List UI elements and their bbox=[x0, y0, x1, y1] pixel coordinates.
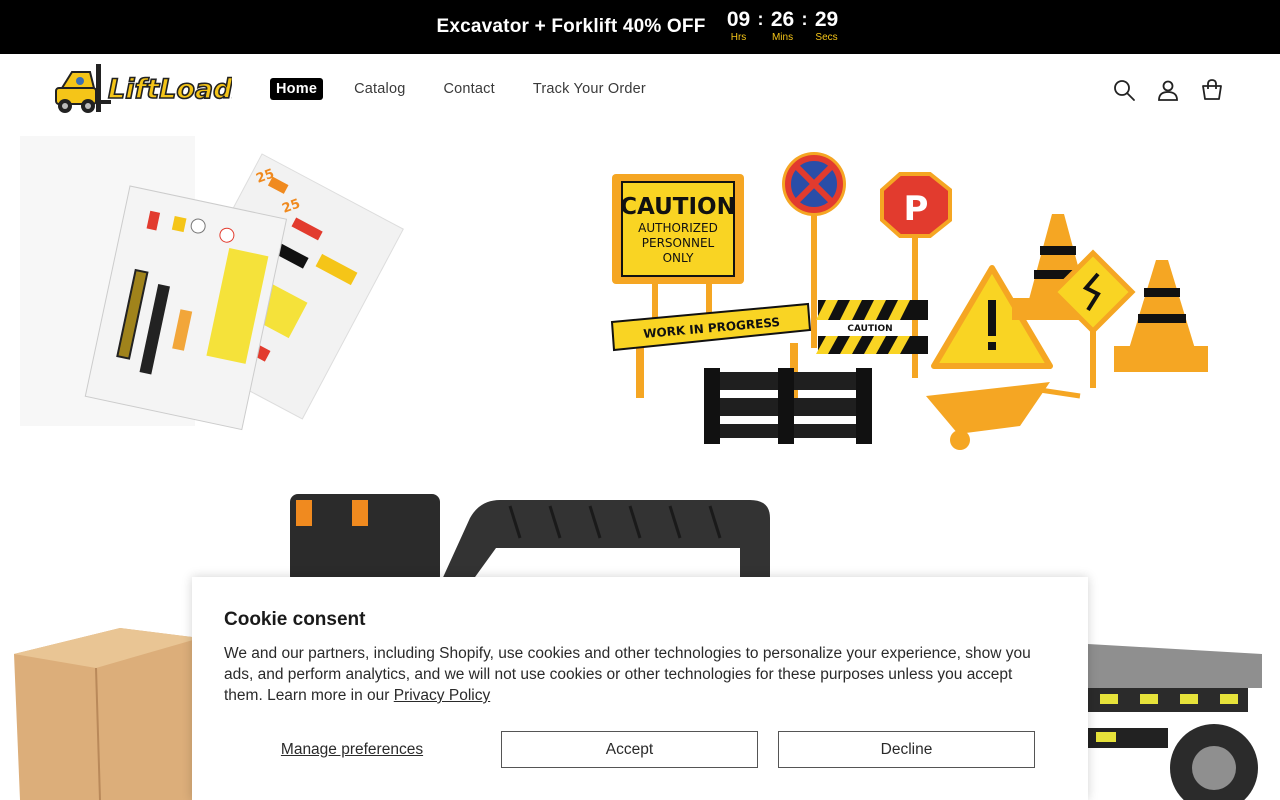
countdown-timer: 09 Hrs : 26 Mins : 29 Secs bbox=[722, 9, 844, 45]
forklift-logo-icon: LiftLoads bbox=[55, 64, 249, 113]
timer-hours: 09 Hrs bbox=[722, 9, 756, 45]
announcement-bar: Excavator + Forklift 40% OFF 09 Hrs : 26… bbox=[0, 0, 1280, 54]
timer-minutes-label: Mins bbox=[771, 32, 794, 43]
timer-minutes-value: 26 bbox=[770, 8, 795, 31]
privacy-policy-link[interactable]: Privacy Policy bbox=[394, 687, 490, 704]
sign-caution-line: ONLY bbox=[663, 251, 695, 265]
timer-separator: : bbox=[757, 9, 764, 29]
cookie-actions: Manage preferences Accept Decline bbox=[224, 731, 1055, 768]
main-nav: Home Catalog Contact Track Your Order bbox=[270, 78, 684, 100]
cookie-description: We and our partners, including Shopify, … bbox=[224, 643, 1044, 706]
search-icon[interactable] bbox=[1112, 78, 1136, 102]
timer-separator: : bbox=[801, 9, 808, 29]
cart-icon[interactable] bbox=[1200, 78, 1224, 102]
logo-text: LiftLoads bbox=[108, 74, 232, 105]
header-icons bbox=[1092, 78, 1224, 102]
account-icon[interactable] bbox=[1156, 78, 1180, 102]
sign-parking: P bbox=[904, 189, 929, 229]
nav-home[interactable]: Home bbox=[270, 78, 324, 100]
manage-preferences-button[interactable]: Manage preferences bbox=[224, 741, 480, 759]
timer-hours-label: Hrs bbox=[730, 32, 747, 43]
site-logo[interactable]: LiftLoads bbox=[52, 62, 249, 116]
announcement-text: Excavator + Forklift 40% OFF bbox=[436, 16, 706, 37]
nav-catalog[interactable]: Catalog bbox=[354, 78, 405, 100]
timer-hours-value: 09 bbox=[726, 8, 751, 31]
sign-caution-title: CAUTION bbox=[620, 194, 736, 220]
timer-seconds-label: Secs bbox=[815, 32, 838, 43]
cookie-body-text: We and our partners, including Shopify, … bbox=[224, 645, 1031, 704]
decline-button[interactable]: Decline bbox=[778, 731, 1035, 768]
cookie-title: Cookie consent bbox=[224, 609, 366, 630]
nav-track-order[interactable]: Track Your Order bbox=[533, 78, 646, 100]
sign-caution-line: AUTHORIZED bbox=[638, 221, 718, 235]
nav-contact[interactable]: Contact bbox=[443, 78, 494, 100]
cookie-consent-banner: Cookie consent We and our partners, incl… bbox=[192, 577, 1088, 800]
timer-seconds: 29 Secs bbox=[810, 9, 844, 45]
timer-minutes: 26 Mins bbox=[766, 9, 800, 45]
sign-caution-line: PERSONNEL bbox=[642, 236, 715, 250]
timer-seconds-value: 29 bbox=[814, 8, 839, 31]
sign-barrier-small-text: CAUTION bbox=[847, 324, 892, 334]
site-header: LiftLoads Home Catalog Contact Track You… bbox=[0, 54, 1280, 128]
accept-button[interactable]: Accept bbox=[501, 731, 758, 768]
